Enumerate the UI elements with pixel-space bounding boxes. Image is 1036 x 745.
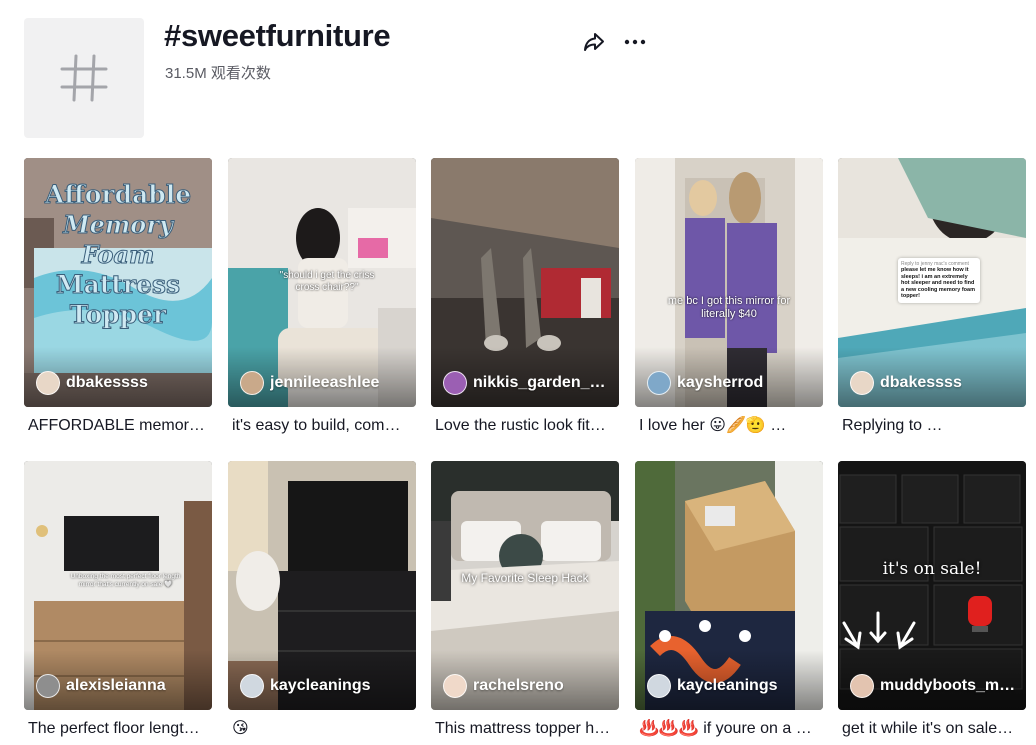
- video-card[interactable]: My Favorite Sleep Hack rachelsreno This …: [431, 461, 619, 739]
- video-card[interactable]: nikkis_garden_a… Love the rustic look fi…: [431, 158, 619, 436]
- video-caption[interactable]: I love her 😛🥖🫡 …: [635, 416, 819, 436]
- hash-icon: [60, 54, 108, 102]
- video-thumbnail[interactable]: Affordable Memory Foam Mattress Topper d…: [24, 158, 212, 407]
- video-card[interactable]: it's on sale! muddyboots_m… get it while…: [838, 461, 1026, 739]
- video-author[interactable]: dbakessss: [36, 371, 148, 395]
- video-card[interactable]: Affordable Memory Foam Mattress Topper d…: [24, 158, 212, 436]
- avatar: [443, 674, 467, 698]
- overlay-line: Memory: [63, 210, 174, 240]
- author-name: nikkis_garden_a…: [473, 374, 611, 391]
- video-caption[interactable]: it's easy to build, com…: [228, 416, 412, 436]
- avatar: [443, 371, 467, 395]
- hashtag-view-count: 31.5M 观看次数: [165, 65, 271, 82]
- avatar: [36, 674, 60, 698]
- video-caption[interactable]: The perfect floor lengt…: [24, 719, 208, 739]
- video-thumbnail[interactable]: me bc I got this mirror for literally $4…: [635, 158, 823, 407]
- thumbnail-overlay-text: "should i get the criss cross chair??": [279, 270, 375, 293]
- video-author[interactable]: kaysherrod: [647, 371, 763, 395]
- video-thumbnail[interactable]: nikkis_garden_a…: [431, 158, 619, 407]
- avatar: [647, 674, 671, 698]
- video-author[interactable]: kaycleanings: [647, 674, 778, 698]
- overlay-line: Foam: [81, 240, 155, 270]
- video-caption[interactable]: 😘: [228, 719, 412, 739]
- video-card[interactable]: kaycleanings 😘: [228, 461, 416, 739]
- hashtag-header: #sweetfurniture 31.5M 观看次数: [0, 0, 1036, 150]
- share-icon: [584, 33, 604, 51]
- share-button[interactable]: [580, 28, 608, 56]
- comment-reply-bubble: Reply to jenny mac's comment please let …: [898, 258, 980, 303]
- overlay-line: Mattress: [55, 270, 181, 300]
- more-options-button[interactable]: [620, 28, 650, 56]
- video-author[interactable]: nikkis_garden_a…: [443, 371, 611, 395]
- video-thumbnail[interactable]: kaycleanings: [228, 461, 416, 710]
- thumbnail-overlay-text: Unboxing the most perfect floor length m…: [70, 573, 181, 588]
- comment-reply-text: please let me know how it sleeps! i am a…: [901, 267, 975, 299]
- hashtag-title: #sweetfurniture: [164, 18, 391, 53]
- avatar: [240, 674, 264, 698]
- avatar: [850, 674, 874, 698]
- author-name: kaycleanings: [677, 677, 778, 694]
- video-thumbnail[interactable]: My Favorite Sleep Hack rachelsreno: [431, 461, 619, 710]
- thumbnail-overlay-text: me bc I got this mirror for literally $4…: [667, 295, 791, 320]
- avatar: [36, 371, 60, 395]
- thumbnail-overlay-text: Affordable Memory Foam Mattress Topper: [24, 180, 212, 330]
- video-caption[interactable]: Love the rustic look fit…: [431, 416, 615, 436]
- video-caption[interactable]: This mattress topper h…: [431, 719, 615, 739]
- overlay-line: Topper: [69, 300, 167, 330]
- author-name: dbakessss: [66, 374, 148, 391]
- video-author[interactable]: jennileeashlee: [240, 371, 379, 395]
- video-author[interactable]: rachelsreno: [443, 674, 564, 698]
- video-thumbnail[interactable]: Reply to jenny mac's comment please let …: [838, 158, 1026, 407]
- video-card[interactable]: Reply to jenny mac's comment please let …: [838, 158, 1026, 436]
- video-author[interactable]: muddyboots_m…: [850, 674, 1015, 698]
- video-author[interactable]: alexisleianna: [36, 674, 166, 698]
- author-name: jennileeashlee: [270, 374, 380, 391]
- video-card[interactable]: kaycleanings ♨️♨️♨️ if youre on a …: [635, 461, 823, 739]
- video-author[interactable]: kaycleanings: [240, 674, 371, 698]
- author-name: muddyboots_m…: [880, 677, 1016, 694]
- video-thumbnail[interactable]: Unboxing the most perfect floor length m…: [24, 461, 212, 710]
- video-card[interactable]: Unboxing the most perfect floor length m…: [24, 461, 212, 739]
- video-caption[interactable]: AFFORDABLE memory…: [24, 416, 208, 436]
- video-caption[interactable]: Replying to …: [838, 416, 1022, 436]
- more-icon: [624, 39, 646, 45]
- author-name: kaycleanings: [270, 677, 371, 694]
- video-thumbnail[interactable]: it's on sale! muddyboots_m…: [838, 461, 1026, 710]
- video-author[interactable]: dbakessss: [850, 371, 962, 395]
- author-name: kaysherrod: [677, 374, 764, 391]
- avatar: [240, 371, 264, 395]
- video-thumbnail[interactable]: kaycleanings: [635, 461, 823, 710]
- avatar: [850, 371, 874, 395]
- avatar: [647, 371, 671, 395]
- overlay-line: Affordable: [44, 180, 192, 210]
- author-name: alexisleianna: [66, 677, 166, 694]
- thumbnail-overlay-text: it's on sale!: [882, 559, 982, 579]
- author-name: rachelsreno: [473, 677, 564, 694]
- hashtag-avatar: [24, 18, 144, 138]
- video-thumbnail[interactable]: "should i get the criss cross chair??" j…: [228, 158, 416, 407]
- video-card[interactable]: me bc I got this mirror for literally $4…: [635, 158, 823, 436]
- author-name: dbakessss: [880, 374, 962, 391]
- video-caption[interactable]: ♨️♨️♨️ if youre on a …: [635, 719, 819, 739]
- video-card[interactable]: "should i get the criss cross chair??" j…: [228, 158, 416, 436]
- thumbnail-overlay-text: My Favorite Sleep Hack: [461, 571, 589, 585]
- video-caption[interactable]: get it while it's on sale…: [838, 719, 1022, 739]
